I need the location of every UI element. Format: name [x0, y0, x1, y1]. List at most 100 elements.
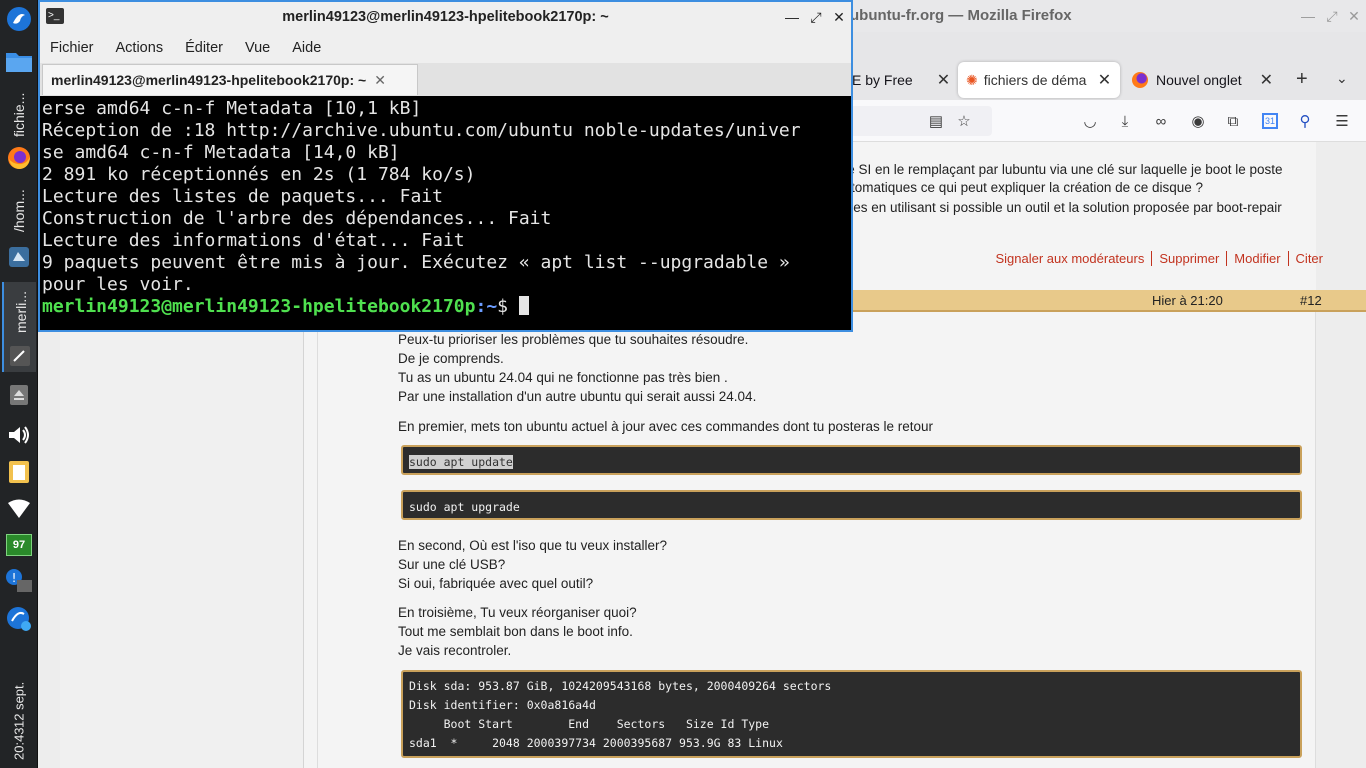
terminal-title: merlin49123@merlin49123-hpelitebook2170p… [282, 9, 609, 25]
search-extension-icon[interactable]: ⚲ [1294, 110, 1316, 132]
new-tab-icon[interactable]: + [1296, 68, 1308, 91]
task-terminal-active[interactable]: merli... [2, 282, 36, 372]
post-line: Par une installation d'un autre ubuntu q… [398, 389, 757, 404]
close-tab-icon[interactable]: ✕ [1260, 70, 1273, 90]
terminal-line: pour les voir. [42, 274, 194, 295]
terminal-line: se amd64 c-n-f Metadata [14,0 kB] [42, 142, 400, 163]
update-notifier-icon[interactable] [3, 604, 35, 634]
maximize-icon[interactable]: ⤢ [1322, 6, 1342, 26]
side-panel: fichie... /hom... merli... 97 ! 20:43 12… [0, 0, 38, 768]
code-line[interactable]: sudo apt update [409, 455, 513, 469]
downloads-icon[interactable]: ⤓ [1114, 110, 1136, 132]
prev-post-line: automatiques ce qui peut expliquer la cr… [836, 180, 1203, 195]
hamburger-menu-icon[interactable]: ☰ [1331, 110, 1353, 132]
close-icon[interactable]: ✕ [1344, 6, 1364, 26]
clipboard-icon[interactable] [3, 456, 35, 486]
bookmark-star-icon[interactable]: ☆ [953, 110, 975, 132]
code-block-fdisk[interactable]: Disk sda: 953.87 GiB, 1024209543168 byte… [401, 670, 1302, 758]
menu-aide[interactable]: Aide [282, 33, 333, 63]
eject-icon[interactable] [3, 380, 35, 410]
quote-link[interactable]: Citer [1287, 251, 1330, 266]
terminal-prompt[interactable]: merlin49123@merlin49123-hpelitebook2170p… [42, 296, 851, 318]
svg-text:!: ! [12, 571, 17, 585]
prev-post-line: utiles en utilisant si possible un outil… [836, 200, 1282, 215]
terminal-screen[interactable]: erse amd64 c-n-f Metadata [10,1 kB] Réce… [40, 96, 851, 330]
tab-new-tab[interactable]: Nouvel onglet ✕ [1128, 62, 1288, 98]
minimize-icon[interactable]: — [1298, 6, 1318, 26]
post-line: En second, Où est l'iso que tu veux inst… [398, 538, 667, 553]
wifi-icon[interactable] [3, 494, 35, 524]
terminal-line: 2 891 ko réceptionnés en 2s (1 784 ko/s) [42, 164, 476, 185]
task-file-manager[interactable]: fichie... [4, 84, 34, 146]
pocket-icon[interactable]: ◡ [1079, 110, 1101, 132]
close-tab-icon[interactable]: ✕ [374, 72, 386, 89]
edit-link[interactable]: Modifier [1226, 251, 1287, 266]
post-date[interactable]: Hier à 21:20 [1152, 293, 1223, 308]
tab-free[interactable]: E by Free ✕ [846, 62, 952, 98]
terminal-menubar: Fichier Actions Éditer Vue Aide [40, 33, 851, 63]
minimize-icon[interactable]: — [782, 7, 802, 27]
code-block-update[interactable]: sudo apt update [401, 445, 1302, 475]
code-line[interactable]: sda1 * 2048 2000397734 2000395687 953.9G… [409, 734, 1294, 753]
terminal-line: erse amd64 c-n-f Metadata [10,1 kB] [42, 98, 422, 119]
app-icon[interactable] [3, 242, 35, 272]
prompt-user: merlin49123@merlin49123-hpelitebook2170p [42, 296, 476, 317]
code-line[interactable]: Disk identifier: 0x0a816a4d [409, 696, 1294, 715]
battery-icon[interactable]: 97 [3, 530, 35, 560]
post-line: Sur une clé USB? [398, 557, 506, 572]
report-link[interactable]: Signaler aux modérateurs [988, 251, 1151, 266]
close-tab-icon[interactable]: ✕ [1098, 70, 1111, 90]
tab-ubuntu-fr[interactable]: ✺ fichiers de déma ✕ [958, 62, 1120, 98]
menu-editer[interactable]: Éditer [175, 33, 235, 63]
clock[interactable]: 20:43 12 sept. [2, 680, 36, 762]
close-icon[interactable]: ✕ [829, 7, 849, 27]
prev-post-line: r le SI en le remplaçant par lubuntu via… [836, 162, 1283, 177]
battery-level: 97 [6, 534, 32, 556]
terminal-window: >_ merlin49123@merlin49123-hpelitebook21… [38, 0, 853, 332]
post-line: Tout me semblait bon dans le boot info. [398, 624, 633, 639]
task-home-folder[interactable]: /hom... [4, 182, 34, 240]
code-block-upgrade[interactable]: sudo apt upgrade [401, 490, 1302, 520]
main-menu-icon[interactable] [3, 4, 35, 34]
private-mask-icon[interactable]: ∞ [1150, 110, 1172, 132]
post-actions: Signaler aux modérateurs Supprimer Modif… [988, 251, 1330, 266]
terminal-titlebar[interactable]: >_ merlin49123@merlin49123-hpelitebook21… [40, 2, 851, 33]
terminal-tab[interactable]: merlin49123@merlin49123-hpelitebook2170p… [42, 64, 418, 95]
tab-label: Nouvel onglet [1156, 72, 1242, 88]
tab-label: fichiers de déma [983, 72, 1087, 88]
firefox-icon[interactable] [3, 143, 35, 173]
volume-icon[interactable] [3, 420, 35, 450]
code-line[interactable]: sudo apt upgrade [409, 500, 520, 514]
prompt-path: :~ [475, 296, 498, 317]
delete-link[interactable]: Supprimer [1151, 251, 1226, 266]
post-number[interactable]: #12 [1300, 293, 1322, 308]
file-manager-icon[interactable] [3, 46, 35, 76]
menu-fichier[interactable]: Fichier [40, 33, 106, 63]
post-line: Tu as un ubuntu 24.04 qui ne fonctionne … [398, 370, 728, 385]
post-line: En premier, mets ton ubuntu actuel à jou… [398, 419, 934, 434]
prompt-symbol: $ [497, 296, 519, 317]
task-terminal-label: merli... [13, 291, 29, 333]
post-body: Peux-tu prioriser les problèmes que tu s… [317, 312, 1316, 768]
close-tab-icon[interactable]: ✕ [937, 70, 950, 90]
terminal-tab-label: merlin49123@merlin49123-hpelitebook2170p… [51, 72, 367, 88]
tab-label: E by Free [852, 72, 913, 88]
reader-view-icon[interactable]: ▤ [925, 110, 947, 132]
notification-icon[interactable]: ! [3, 566, 35, 596]
terminal-line: Réception de :18 http://archive.ubuntu.c… [42, 120, 801, 141]
ubuntu-favicon-icon: ✺ [966, 71, 978, 88]
terminal-line: Construction de l'arbre des dépendances.… [42, 208, 552, 229]
post-line: Peux-tu prioriser les problèmes que tu s… [398, 332, 749, 347]
clock-date: 12 sept. [11, 681, 27, 728]
menu-actions[interactable]: Actions [106, 33, 176, 63]
code-line[interactable]: Boot Start End Sectors Size Id Type [409, 715, 1294, 734]
tab-list-chevron-down-icon[interactable]: ⌄ [1336, 70, 1348, 87]
post-line: En troisième, Tu veux réorganiser quoi? [398, 605, 637, 620]
account-icon[interactable]: ◉ [1187, 110, 1209, 132]
maximize-icon[interactable]: ⤢ [806, 7, 826, 27]
calendar-extension-icon[interactable]: 31 [1259, 110, 1281, 132]
code-line[interactable]: Disk sda: 953.87 GiB, 1024209543168 byte… [409, 677, 1294, 696]
menu-vue[interactable]: Vue [235, 33, 282, 63]
terminal-line: Lecture des informations d'état... Fait [42, 230, 465, 251]
extensions-icon[interactable]: ⧉ [1222, 110, 1244, 132]
